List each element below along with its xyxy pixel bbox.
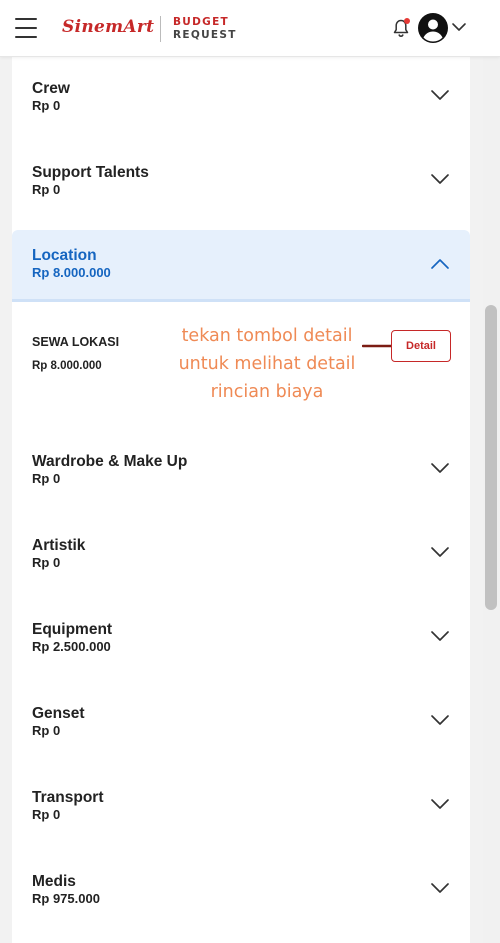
accordion-title: Genset (32, 705, 85, 722)
scrollbar-thumb[interactable] (485, 305, 497, 610)
accordion-title: Support Talents (32, 164, 149, 181)
budget-accordion: Crew Rp 0 Support Talents Rp 0 Location … (12, 57, 470, 943)
accordion-support-talents[interactable]: Support Talents Rp 0 (12, 141, 470, 225)
chevron-down-icon (431, 883, 449, 893)
detail-button[interactable]: Detail (391, 330, 451, 362)
line-item-title: SEWA LOKASI (32, 335, 120, 349)
notification-dot (404, 18, 410, 24)
chevron-down-icon (431, 90, 449, 100)
hint-line: rincian biaya (210, 382, 324, 402)
app-title: BUDGET REQUEST (173, 16, 237, 41)
accordion-amount: Rp 0 (32, 98, 61, 113)
logo-divider (160, 16, 161, 42)
app-title-line1: BUDGET (173, 16, 229, 28)
chevron-down-icon[interactable] (451, 20, 467, 34)
accordion-title: Medis (32, 873, 76, 890)
chevron-down-icon (431, 715, 449, 725)
accordion-amount: Rp 2.500.000 (32, 639, 111, 654)
app-title-line2: REQUEST (173, 28, 237, 41)
top-header: SinemArt BUDGET REQUEST (0, 0, 500, 57)
hint-annotation: tekan tombol detail untuk melihat detail… (167, 322, 367, 406)
line-item-amount: Rp 8.000.000 (32, 360, 102, 372)
accordion-amount: Rp 0 (32, 555, 61, 570)
accordion-amount: Rp 0 (32, 182, 61, 197)
chevron-down-icon (431, 631, 449, 641)
accordion-equipment[interactable]: Equipment Rp 2.500.000 (12, 598, 470, 682)
accordion-amount: Rp 975.000 (32, 891, 100, 906)
accordion-title: Wardrobe & Make Up (32, 453, 188, 470)
accordion-artistik[interactable]: Artistik Rp 0 (12, 514, 470, 598)
accordion-amount: Rp 0 (32, 471, 61, 486)
user-avatar-icon[interactable] (418, 13, 448, 43)
accordion-title: Transport (32, 789, 104, 806)
accordion-title: Location (32, 247, 97, 264)
accordion-transport[interactable]: Transport Rp 0 (12, 766, 470, 850)
location-line-item: SEWA LOKASI Rp 8.000.000 tekan tombol de… (12, 300, 470, 430)
accordion-amount: Rp 0 (32, 723, 61, 738)
chevron-down-icon (431, 547, 449, 557)
chevron-up-icon (431, 259, 449, 269)
accordion-genset[interactable]: Genset Rp 0 (12, 682, 470, 766)
accordion-amount: Rp 0 (32, 807, 61, 822)
chevron-down-icon (431, 463, 449, 473)
hint-line: untuk melihat detail (178, 354, 356, 374)
accordion-medis[interactable]: Medis Rp 975.000 (12, 850, 470, 934)
accordion-location[interactable]: Location Rp 8.000.000 (12, 230, 470, 302)
hint-line: tekan tombol detail (181, 326, 353, 346)
accordion-title: Crew (32, 80, 70, 97)
accordion-title: Equipment (32, 621, 113, 638)
brand-logo[interactable]: SinemArt (62, 17, 154, 37)
accordion-crew[interactable]: Crew Rp 0 (12, 57, 470, 141)
accordion-amount: Rp 8.000.000 (32, 265, 111, 280)
chevron-down-icon (431, 799, 449, 809)
accordion-title: Artistik (32, 537, 86, 554)
chevron-down-icon (431, 174, 449, 184)
accordion-wardrobe-make-up[interactable]: Wardrobe & Make Up Rp 0 (12, 430, 470, 514)
menu-icon[interactable] (15, 18, 37, 38)
bell-icon[interactable] (393, 18, 411, 39)
